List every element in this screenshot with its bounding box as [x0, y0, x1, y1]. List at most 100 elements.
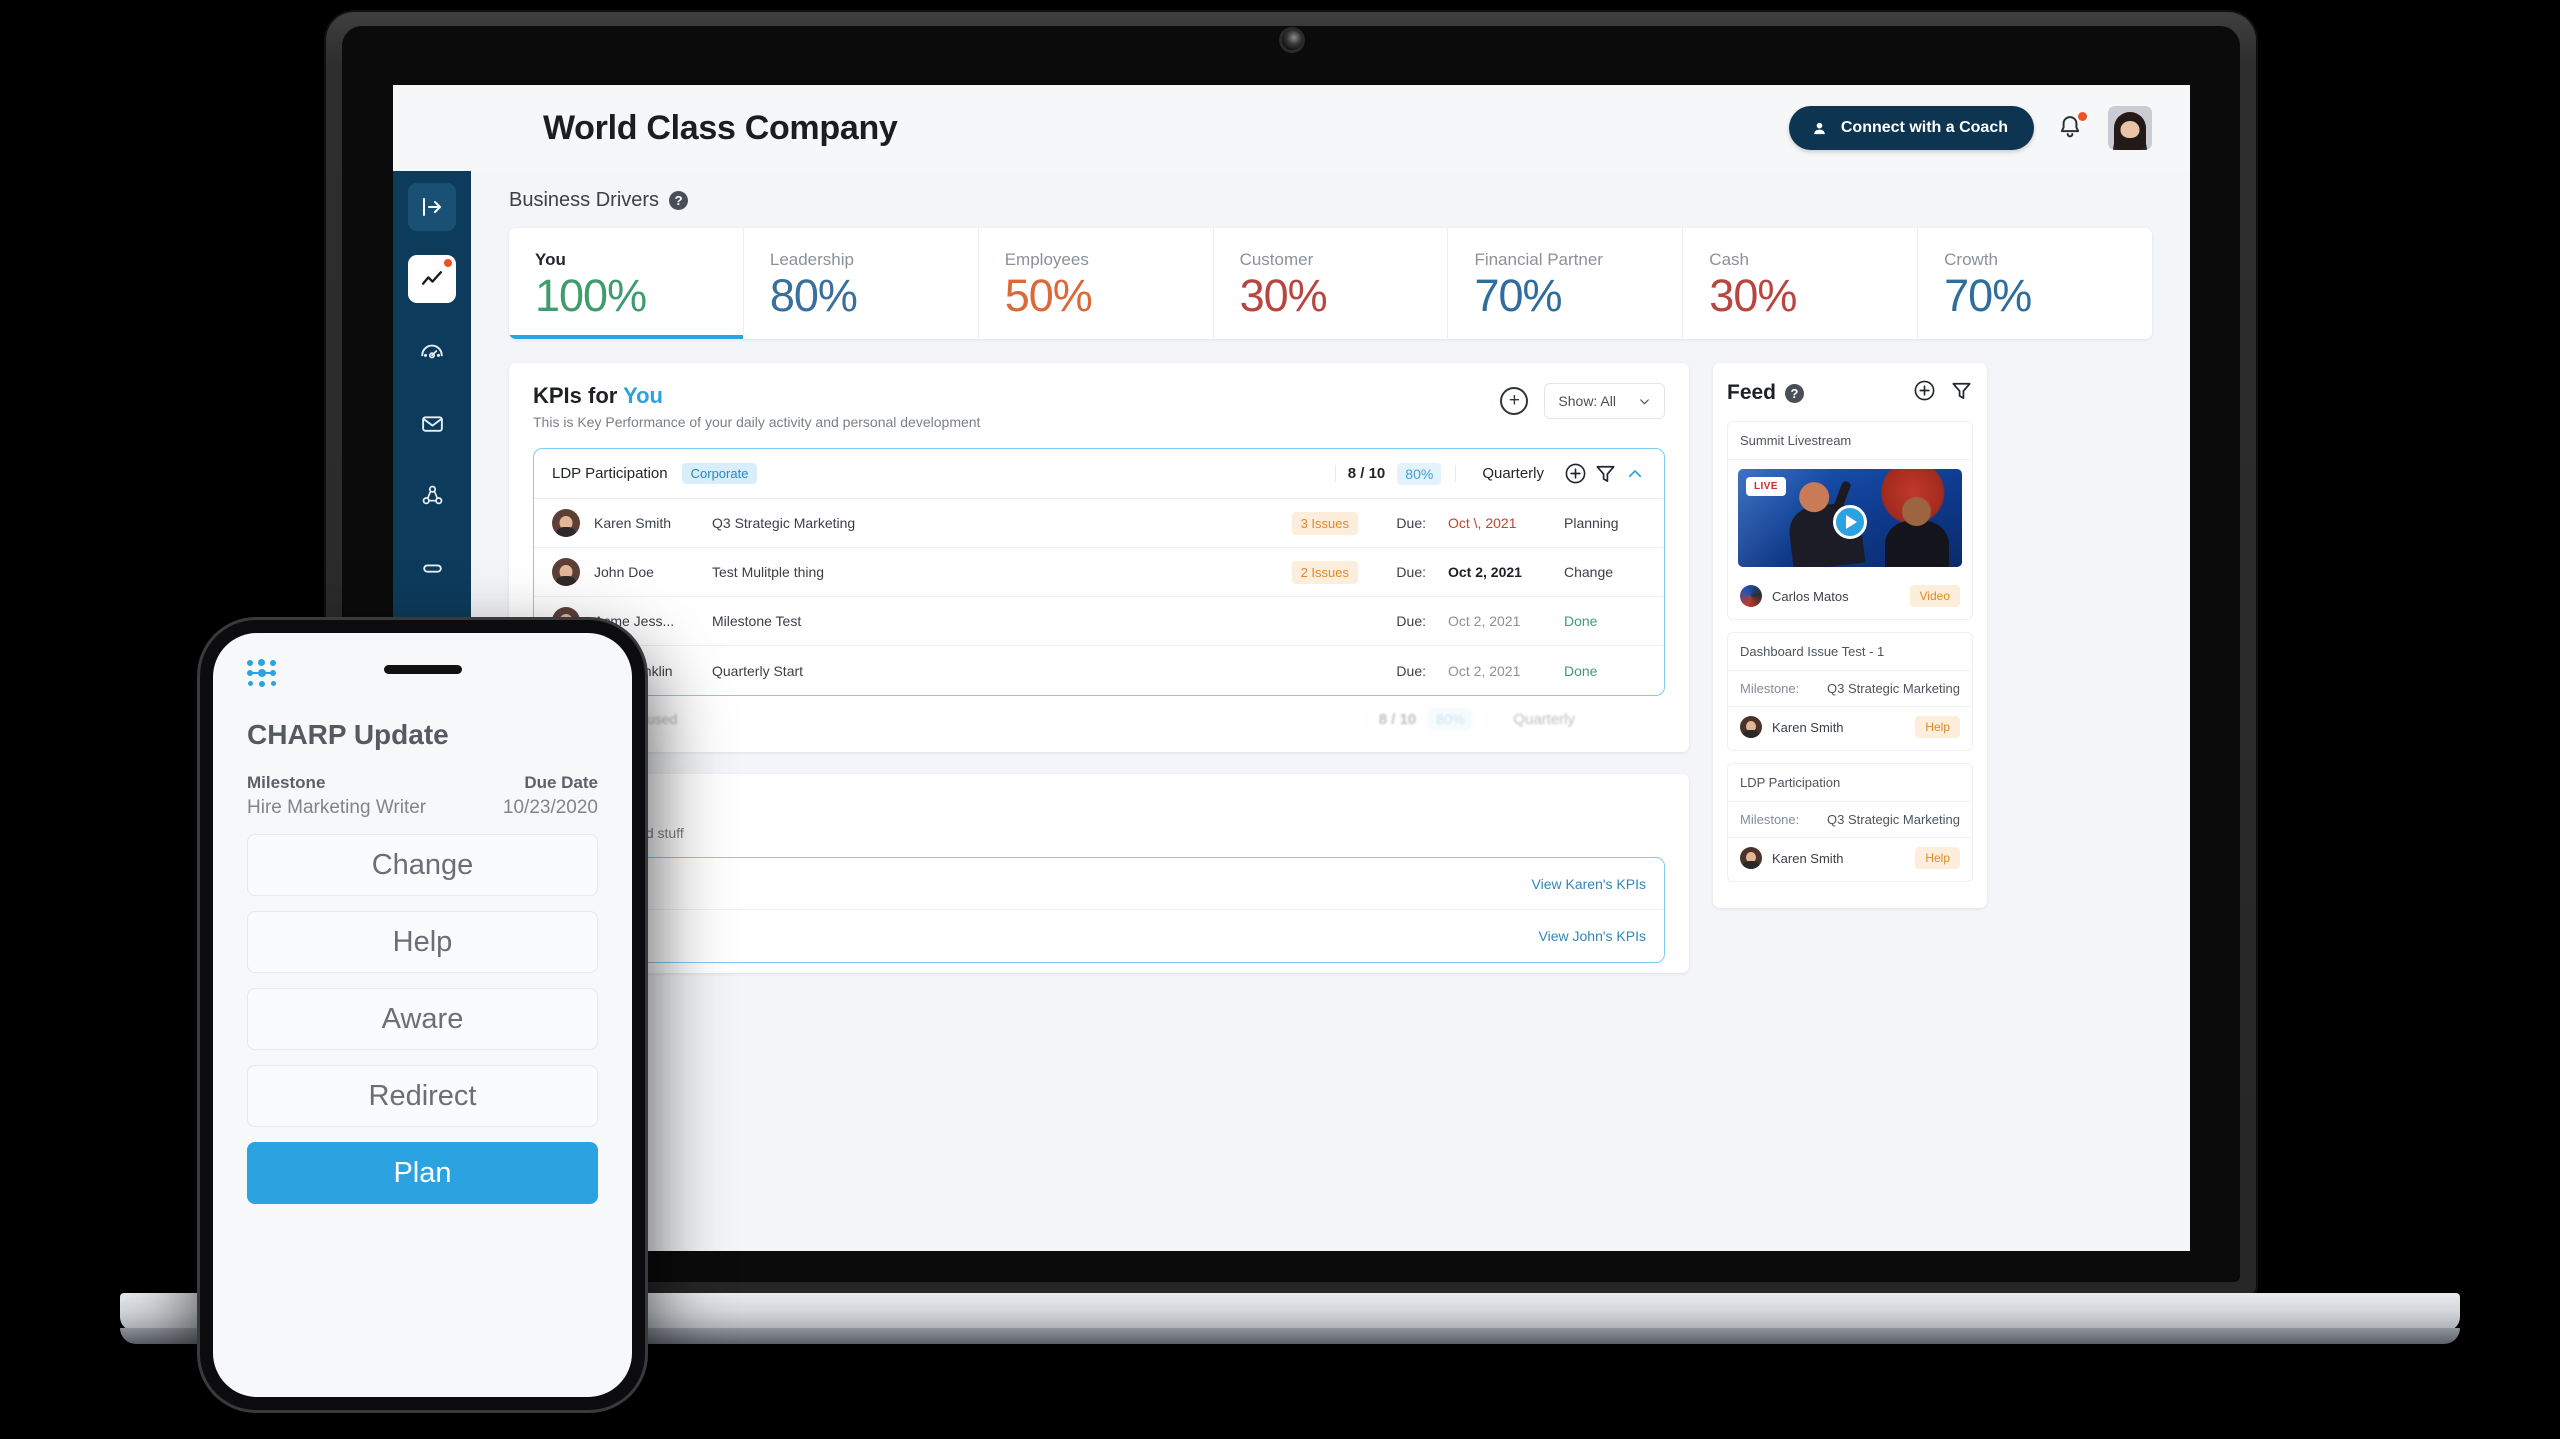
connect-with-coach-button[interactable]: Connect with a Coach — [1788, 106, 2034, 150]
row-task: Milestone Test — [712, 613, 802, 630]
row-task: Quarterly Start — [712, 662, 804, 679]
view-kpis-link[interactable]: View Karen's KPIs — [1532, 876, 1646, 892]
sidebar-item-collapse[interactable] — [408, 183, 456, 231]
chevron-up-icon — [1628, 469, 1642, 477]
avatar — [1740, 847, 1762, 870]
driver-card-customer[interactable]: Customer 30% — [1214, 228, 1449, 340]
phone-speaker — [383, 665, 462, 674]
kpi-add-button[interactable] — [1560, 459, 1590, 489]
expand-arrow-icon — [423, 198, 441, 216]
feed-item-update[interactable]: Dashboard Issue Test - 1 Milestone: Q3 S… — [1727, 632, 1973, 752]
phone-button-aware[interactable]: Aware — [247, 988, 598, 1050]
notifications-button[interactable] — [2056, 112, 2087, 143]
kpi-collapse-button[interactable] — [1620, 459, 1650, 489]
sidebar-item-settings[interactable] — [408, 543, 456, 591]
tray-icon — [422, 563, 442, 573]
business-drivers-header: Business Drivers ? — [509, 189, 2152, 212]
coach-button-label: Connect with a Coach — [1840, 119, 2008, 136]
table-row[interactable]: Bob Franklin Quarterly Start Due: Oct 2,… — [534, 646, 1664, 695]
avatar[interactable] — [2108, 106, 2152, 150]
phone-meta: Milestone Hire Marketing Writer Due Date… — [247, 773, 598, 819]
driver-card-leadership[interactable]: Leadership 80% — [744, 228, 979, 340]
feed-item-tag: Video — [1909, 585, 1960, 608]
chevron-down-icon — [1640, 399, 1649, 405]
next-panel-percent: 80% — [1428, 708, 1473, 731]
driver-label: You — [535, 250, 566, 269]
kpis-card-header: KPIs for You This is Key Performance of … — [533, 383, 1665, 430]
feed-filter-button[interactable] — [1950, 379, 1973, 407]
phone-app-logo-icon[interactable] — [247, 659, 277, 689]
phone-button-plan[interactable]: Plan — [247, 1142, 598, 1204]
row-due-date: Oct \, 2021 — [1448, 515, 1517, 532]
driver-label: Cash — [1709, 250, 1749, 269]
kpis-card: KPIs for You This is Key Performance of … — [509, 363, 1689, 753]
status-badge: Done — [1564, 613, 1598, 630]
sidebar-item-messages[interactable] — [408, 399, 456, 447]
avatar — [552, 558, 580, 587]
feed-video-thumbnail[interactable]: LIVE — [1738, 469, 1962, 568]
feed-item-update[interactable]: LDP Participation Milestone: Q3 Strategi… — [1727, 763, 1973, 883]
feed-item-milestone: Milestone: Q3 Strategic Marketing — [1728, 671, 1972, 708]
feed-item-title: Dashboard Issue Test - 1 — [1728, 633, 1972, 672]
reports-card-header: Reports owe you things and stuff — [533, 794, 1665, 841]
phone-button-help[interactable]: Help — [247, 911, 598, 973]
notification-badge — [444, 259, 452, 267]
main-split: KPIs for You This is Key Performance of … — [509, 363, 2152, 995]
question-mark-icon[interactable]: ? — [1785, 383, 1805, 403]
table-row[interactable]: Acme Jess... Milestone Test Due: Oct 2, … — [534, 597, 1664, 647]
feed-item-author: Karen Smith — [1772, 719, 1844, 735]
phone-button-change[interactable]: Change — [247, 834, 598, 896]
kpi-panel-header[interactable]: LDP Participation Corporate 8 / 10 80% Q… — [534, 449, 1664, 500]
reports-panel: Karen Smith View Karen's KPIs John View … — [533, 857, 1665, 964]
feed-add-button[interactable] — [1913, 379, 1936, 407]
kpis-title-highlight: You — [623, 383, 663, 409]
kpi-panel-name: LDP Participation — [552, 465, 668, 483]
kpis-title-prefix: KPIs for — [533, 383, 624, 409]
status-badge: Done — [1564, 662, 1598, 679]
phone-milestone-label: Milestone — [247, 773, 326, 792]
kpi-panel-meta: 8 / 10 80% Quarterly — [1334, 459, 1650, 489]
sidebar-item-network[interactable] — [408, 471, 456, 519]
driver-card-employees[interactable]: Employees 50% — [979, 228, 1214, 340]
driver-value: 30% — [1239, 270, 1328, 321]
driver-card-financial-partner[interactable]: Financial Partner 70% — [1448, 228, 1684, 340]
kpis-title: KPIs for You — [533, 383, 980, 409]
feed-item-tag: Help — [1915, 847, 1960, 870]
play-icon[interactable] — [1833, 505, 1867, 540]
circle-plus-icon — [1914, 380, 1935, 401]
reports-card: Reports owe you things and stuff Karen S… — [509, 774, 1689, 974]
driver-card-you[interactable]: You 100% — [509, 228, 744, 340]
sidebar-item-performance[interactable] — [408, 327, 456, 375]
question-mark-icon[interactable]: ? — [669, 191, 689, 210]
driver-card-growth[interactable]: Crowth 70% — [1918, 228, 2152, 339]
row-task: Q3 Strategic Marketing — [712, 515, 856, 532]
driver-card-cash[interactable]: Cash 30% — [1683, 228, 1919, 340]
driver-value: 100% — [535, 270, 647, 321]
feed-item-title: Summit Livestream — [1728, 422, 1972, 461]
main-content: Business Drivers ? You 100% Leadership 8… — [471, 171, 2190, 1251]
funnel-icon — [1952, 383, 1971, 400]
show-filter-select[interactable]: Show: All — [1544, 383, 1665, 420]
table-row[interactable]: Karen Smith Q3 Strategic Marketing 3 Iss… — [534, 499, 1664, 549]
feed-item-tag: Help — [1915, 716, 1960, 739]
table-row[interactable]: Karen Smith View Karen's KPIs — [534, 858, 1664, 911]
add-kpi-button[interactable]: + — [1500, 387, 1529, 416]
business-drivers-row: You 100% Leadership 80% Employees 50% Cu… — [509, 228, 2152, 340]
sidebar-item-analytics[interactable] — [408, 255, 456, 303]
phone-screen: CHARP Update Milestone Hire Marketing Wr… — [213, 633, 632, 1397]
table-row[interactable]: John View John's KPIs — [534, 910, 1664, 962]
feed-item-video[interactable]: Summit Livestream LIVE Carlos Matos Vide… — [1727, 421, 1973, 621]
kpi-filter-button[interactable] — [1590, 459, 1620, 489]
feed-item-footer: Karen Smith Help — [1728, 707, 1972, 750]
top-bar: World Class Company Connect with a Coach — [393, 85, 2190, 171]
driver-value: 70% — [1944, 270, 2032, 321]
kpi-panel-next[interactable]: Time has been used 8 / 10 80% Quarterly — [533, 696, 1665, 742]
row-due-date: Oct 2, 2021 — [1448, 564, 1522, 581]
feed-item-milestone: Milestone: Q3 Strategic Marketing — [1728, 802, 1972, 839]
table-row[interactable]: John Doe Test Mulitple thing 2 Issues Du… — [534, 548, 1664, 598]
driver-value: 70% — [1474, 270, 1562, 321]
business-drivers-label: Business Drivers — [509, 189, 660, 211]
view-kpis-link[interactable]: View John's KPIs — [1539, 928, 1646, 944]
phone-button-redirect[interactable]: Redirect — [247, 1065, 598, 1127]
row-person: John Doe — [594, 564, 654, 581]
